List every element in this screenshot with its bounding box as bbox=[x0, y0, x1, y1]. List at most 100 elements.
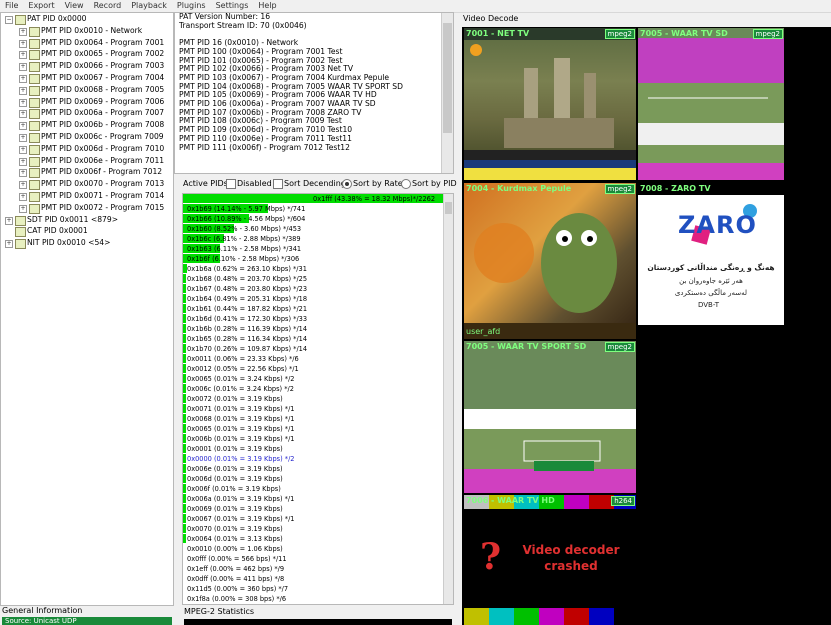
tree-node-pmt[interactable]: + PMT PID 0x0069 - Program 7006 bbox=[1, 96, 173, 108]
pid-row[interactable]: 0x0065 (0.01% = 3.19 Kbps) */1 bbox=[183, 424, 453, 434]
pid-row[interactable]: 0x1b60 (8.52% - 3.60 Mbps) */453 bbox=[183, 224, 453, 234]
tree-node-pmt[interactable]: + PMT PID 0x0071 - Program 7014 bbox=[1, 190, 173, 202]
pid-row[interactable]: 0x11d5 (0.00% = 360 bps) */7 bbox=[183, 584, 453, 594]
pid-row[interactable]: 0x1b6b (0.28% = 116.39 Kbps) */14 bbox=[183, 324, 453, 334]
pid-row[interactable]: 0x0071 (0.01% = 3.19 Kbps) */1 bbox=[183, 404, 453, 414]
menu-item-view[interactable]: View bbox=[60, 0, 89, 12]
pid-row[interactable]: 0x1b68 (0.48% = 203.70 Kbps) */25 bbox=[183, 274, 453, 284]
expand-icon[interactable]: + bbox=[19, 181, 27, 190]
pid-row[interactable]: 0x1eff (0.00% = 462 bps) */9 bbox=[183, 564, 453, 574]
menu-item-record[interactable]: Record bbox=[89, 0, 127, 12]
pid-row[interactable]: 0x1f8a (0.00% = 308 bps) */6 bbox=[183, 594, 453, 604]
pid-row[interactable]: 0x0064 (0.01% = 3.13 Kbps) bbox=[183, 534, 453, 544]
menu-item-playback[interactable]: Playback bbox=[126, 0, 172, 12]
pid-row[interactable]: 0x0012 (0.05% = 22.56 Kbps) */1 bbox=[183, 364, 453, 374]
tree-node-pmt[interactable]: + PMT PID 0x0067 - Program 7004 bbox=[1, 72, 173, 84]
expand-icon[interactable]: + bbox=[19, 157, 27, 166]
pid-row[interactable]: 0x0001 (0.01% = 3.19 Kbps) bbox=[183, 444, 453, 454]
expand-icon[interactable]: + bbox=[5, 216, 13, 225]
pid-row[interactable]: 0x1b67 (0.48% = 203.80 Kbps) */23 bbox=[183, 284, 453, 294]
pid-row[interactable]: 0x1b65 (0.28% = 116.34 Kbps) */14 bbox=[183, 334, 453, 344]
expand-icon[interactable]: + bbox=[19, 169, 27, 178]
pid-row[interactable]: 0x1b6f (6.10% - 2.58 Mbps) */306 bbox=[183, 254, 453, 264]
pid-row[interactable]: 0x1fff (43.38% = 18.32 Mbps)*/2262 bbox=[183, 194, 453, 204]
pid-row[interactable]: 0x0068 (0.01% = 3.19 Kbps) */1 bbox=[183, 414, 453, 424]
expand-icon[interactable]: + bbox=[19, 39, 27, 48]
expand-icon[interactable]: − bbox=[5, 16, 13, 24]
sort-by-pid-radio[interactable] bbox=[401, 179, 411, 189]
expand-icon[interactable]: + bbox=[5, 240, 13, 249]
disabled-checkbox[interactable] bbox=[226, 179, 236, 189]
pid-row[interactable]: 0x1b64 (0.49% = 205.31 Kbps) */18 bbox=[183, 294, 453, 304]
expand-icon[interactable]: + bbox=[19, 86, 27, 95]
menu-item-help[interactable]: Help bbox=[253, 0, 281, 12]
tree-node-table[interactable]: CAT PID 0x0001 bbox=[1, 225, 173, 238]
video-tile-7005[interactable]: 7005 - WAAR TV SD mpeg2 bbox=[638, 28, 784, 180]
pid-row[interactable]: 0x0069 (0.01% = 3.19 Kbps) bbox=[183, 504, 453, 514]
pat-scrollbar[interactable] bbox=[441, 13, 453, 173]
tree-node-pmt[interactable]: + PMT PID 0x0072 - Program 7015 bbox=[1, 202, 173, 214]
pid-row[interactable]: 0x1b66 (10.89% - 4.56 Mbps) */604 bbox=[183, 214, 453, 224]
pid-row[interactable]: 0x0011 (0.06% = 23.33 Kbps) */6 bbox=[183, 354, 453, 364]
expand-icon[interactable]: + bbox=[19, 110, 27, 119]
expand-icon[interactable]: + bbox=[19, 51, 27, 60]
tree-node-pmt[interactable]: + PMT PID 0x006a - Program 7007 bbox=[1, 107, 173, 120]
video-tile-7008[interactable]: 7008 - ZARO TV ZARO ھەنگ و ڕەنگی منداڵان… bbox=[638, 183, 784, 325]
tree-node-table[interactable]: + NIT PID 0x0010 <54> bbox=[1, 237, 173, 250]
pid-row[interactable]: 0x1b6d (0.41% = 172.30 Kbps) */33 bbox=[183, 314, 453, 324]
expand-icon[interactable]: + bbox=[19, 145, 27, 154]
tree-node-pmt[interactable]: + PMT PID 0x0010 - Network bbox=[1, 25, 173, 37]
tree-node-pmt[interactable]: + PMT PID 0x006d - Program 7010 bbox=[1, 143, 173, 155]
sort-descending-checkbox[interactable] bbox=[273, 179, 283, 189]
expand-icon[interactable]: + bbox=[19, 63, 27, 72]
tree-node-pmt[interactable]: + PMT PID 0x0065 - Program 7002 bbox=[1, 48, 173, 61]
pid-row[interactable]: 0x1b63 (6.11% - 2.58 Mbps) */341 bbox=[183, 244, 453, 254]
expand-icon[interactable]: + bbox=[19, 74, 27, 83]
pid-row[interactable]: 0x1b6a (0.62% = 263.10 Kbps) */31 bbox=[183, 264, 453, 274]
pid-row[interactable]: 0x0dff (0.00% = 411 bps) */8 bbox=[183, 574, 453, 584]
tree-node-table[interactable]: + SDT PID 0x0011 <879> bbox=[1, 214, 173, 226]
pid-row[interactable]: 0x006e (0.01% = 3.19 Kbps) bbox=[183, 464, 453, 474]
pid-row[interactable]: 0x1b61 (0.44% = 187.82 Kbps) */21 bbox=[183, 304, 453, 314]
video-tile-7004[interactable]: 7004 - Kurdmax Pepule mpeg2 user_afd bbox=[464, 183, 636, 339]
menu-item-settings[interactable]: Settings bbox=[211, 0, 254, 12]
menu-item-plugins[interactable]: Plugins bbox=[172, 0, 211, 12]
tree-node-pmt[interactable]: + PMT PID 0x0066 - Program 7003 bbox=[1, 60, 173, 73]
sort-by-rate-radio[interactable] bbox=[342, 179, 352, 189]
expand-icon[interactable]: + bbox=[19, 192, 27, 201]
pid-row[interactable]: 0x0070 (0.01% = 3.19 Kbps) bbox=[183, 524, 453, 534]
pid-row[interactable]: 0x006f (0.01% = 3.19 Kbps) bbox=[183, 484, 453, 494]
pat-info-panel[interactable]: PAT Version Number: 16 Transport Stream I… bbox=[174, 12, 454, 174]
pid-row[interactable]: 0x0010 (0.00% = 1.06 Kbps) bbox=[183, 544, 453, 554]
expand-icon[interactable]: + bbox=[19, 27, 27, 36]
tree-node-pmt[interactable]: + PMT PID 0x0070 - Program 7013 bbox=[1, 178, 173, 191]
pid-row[interactable]: 0x1b70 (0.26% = 109.87 Kbps) */14 bbox=[183, 344, 453, 354]
pid-row[interactable]: 0x006a (0.01% = 3.19 Kbps) */1 bbox=[183, 494, 453, 504]
pid-row[interactable]: 0x1b69 (14.14% - 5.97 Mbps) */741 bbox=[183, 204, 453, 214]
pid-row[interactable]: 0x006c (0.01% = 3.24 Kbps) */2 bbox=[183, 384, 453, 394]
pid-row[interactable]: 0x006d (0.01% = 3.19 Kbps) bbox=[183, 474, 453, 484]
pid-row[interactable]: 0x1b6c (6.81% - 2.88 Mbps) */389 bbox=[183, 234, 453, 244]
tree-node-pmt[interactable]: + PMT PID 0x006f - Program 7012 bbox=[1, 166, 173, 179]
pid-row[interactable]: 0x0067 (0.01% = 3.19 Kbps) */1 bbox=[183, 514, 453, 524]
expand-icon[interactable]: + bbox=[19, 204, 27, 213]
menu-item-file[interactable]: File bbox=[0, 0, 23, 12]
tree-node-pmt[interactable]: + PMT PID 0x0068 - Program 7005 bbox=[1, 84, 173, 96]
video-tile-7001[interactable]: 7001 - NET TV mpeg2 bbox=[464, 28, 636, 180]
tree-node-pmt[interactable]: + PMT PID 0x0064 - Program 7001 bbox=[1, 37, 173, 49]
pid-row[interactable]: 0x0065 (0.01% = 3.24 Kbps) */2 bbox=[183, 374, 453, 384]
tree-node-pmt[interactable]: + PMT PID 0x006c - Program 7009 bbox=[1, 131, 173, 143]
pid-tree-panel[interactable]: − PAT PID 0x0000 + PMT PID 0x0010 - Network… bbox=[0, 12, 174, 606]
expand-icon[interactable]: + bbox=[19, 122, 27, 131]
menu-item-export[interactable]: Export bbox=[23, 0, 59, 12]
pid-row[interactable]: 0x0fff (0.00% = 566 bps) */11 bbox=[183, 554, 453, 564]
tree-node-pmt[interactable]: + PMT PID 0x006b - Program 7008 bbox=[1, 119, 173, 132]
pids-scrollbar[interactable] bbox=[443, 194, 453, 604]
pid-row[interactable]: 0x0072 (0.01% = 3.19 Kbps) bbox=[183, 394, 453, 404]
pid-row[interactable]: 0x006b (0.01% = 3.19 Kbps) */1 bbox=[183, 434, 453, 444]
active-pids-list[interactable]: 0x1fff (43.38% = 18.32 Mbps)*/2262 0x1b69… bbox=[182, 193, 454, 605]
tree-node-pmt[interactable]: + PMT PID 0x006e - Program 7011 bbox=[1, 155, 173, 167]
expand-icon[interactable]: + bbox=[19, 98, 27, 107]
expand-icon[interactable]: + bbox=[19, 133, 27, 142]
tree-node-pat[interactable]: − PAT PID 0x0000 bbox=[1, 13, 173, 25]
